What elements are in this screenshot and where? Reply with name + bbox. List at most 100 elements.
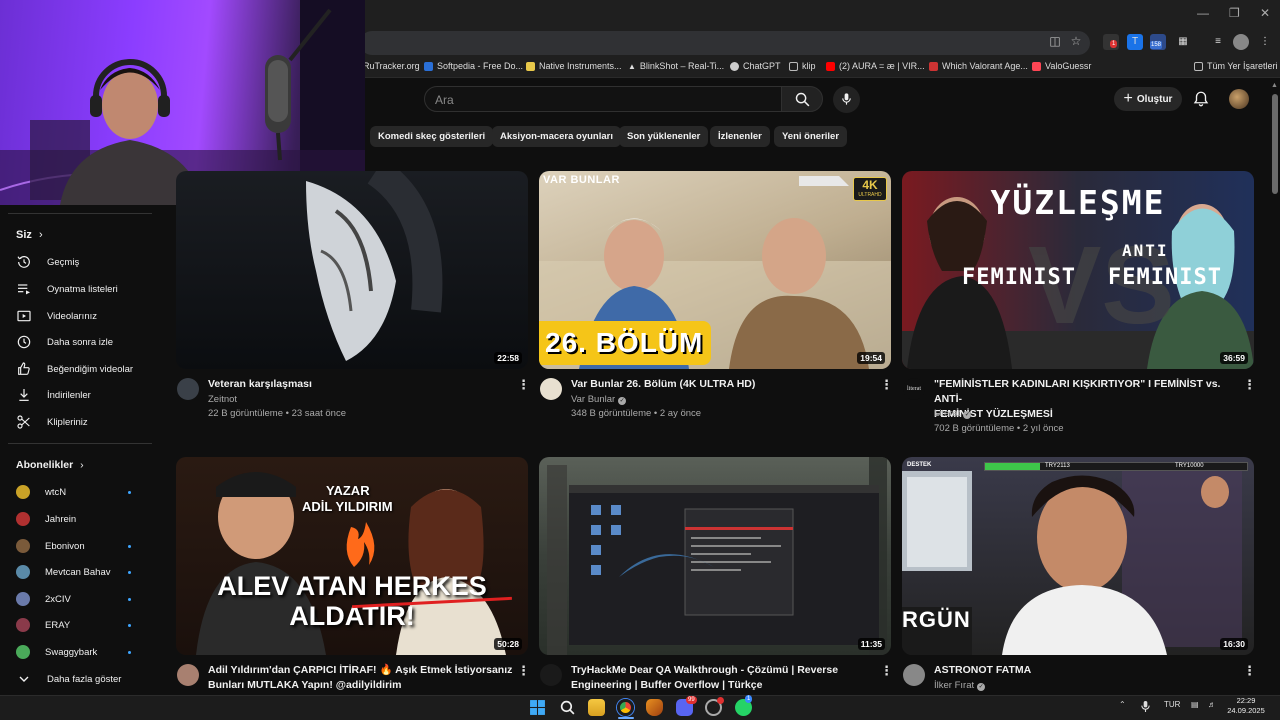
more-actions-icon[interactable]: ⋮ — [517, 664, 530, 678]
scroll-up-icon[interactable]: ▲ — [1271, 82, 1278, 89]
video-title[interactable]: Veteran karşılaşması — [208, 377, 508, 392]
sidebar-subscriptions-header[interactable]: Abonelikler › — [16, 459, 84, 471]
more-actions-icon[interactable]: ⋮ — [880, 664, 893, 678]
taskbar-clock[interactable]: 22:29 24.09.2025 — [1224, 696, 1268, 716]
page-scrollbar[interactable]: ▲ — [1270, 80, 1280, 695]
volume-icon[interactable]: ♬ — [1208, 700, 1216, 709]
bookmark-item[interactable]: Which Valorant Age... — [929, 61, 1028, 71]
video-title[interactable]: "FEMİNİSTLER KADINLARI KIŞKIRTIYOR" I FE… — [934, 377, 1239, 422]
folder-icon — [526, 61, 535, 71]
bookmark-item[interactable]: ChatGPT — [730, 61, 781, 71]
sidebar-item-clips[interactable]: Klipleriniz — [16, 412, 156, 432]
voice-search-button[interactable] — [833, 86, 860, 113]
extension-icon-2[interactable]: 158 — [1150, 34, 1166, 50]
sidebar-item-playlists[interactable]: Oynatma listeleri — [16, 279, 156, 299]
sidebar-subscription[interactable]: Jahrein — [16, 509, 156, 529]
profile-icon[interactable] — [1233, 34, 1249, 50]
video-thumbnail[interactable]: DESTEK TRY2113 TRY10000 RGÜN 16:30 — [902, 457, 1254, 655]
channel-avatar[interactable] — [540, 378, 562, 400]
windows-start-icon[interactable] — [529, 699, 546, 716]
more-actions-icon[interactable]: ⋮ — [1243, 378, 1256, 392]
channel-avatar[interactable] — [903, 664, 925, 686]
video-thumbnail[interactable]: VAR BUNLAR 4K ULTRAHD 26. BÖLÜM 19:54 — [539, 171, 891, 369]
more-actions-icon[interactable]: ⋮ — [517, 378, 530, 392]
sidebar-you-header[interactable]: Siz › — [16, 229, 43, 241]
translate-extension-icon[interactable]: T — [1127, 34, 1143, 50]
notifications-bell-icon[interactable] — [1192, 90, 1210, 108]
video-thumbnail[interactable]: YÜZLEŞME VS ANTI FEMINIST FEMINIST 36:59 — [902, 171, 1254, 369]
install-app-icon[interactable]: ◫ — [1048, 34, 1062, 48]
bookmark-item[interactable]: Native Instruments... — [526, 61, 622, 71]
thumbs-up-icon — [18, 362, 30, 375]
video-channel-name[interactable]: İlker Fırat ✓ — [934, 680, 986, 691]
sidebar-item-liked-videos[interactable]: Beğendiğim videolar — [16, 359, 156, 379]
maximize-icon[interactable]: ❐ — [1229, 6, 1240, 20]
channel-avatar[interactable] — [540, 664, 562, 686]
microphone-icon[interactable] — [1140, 700, 1151, 713]
bookmark-item[interactable]: RuTracker.org — [363, 61, 420, 71]
bookmark-item[interactable]: Softpedia - Free Do... — [424, 61, 523, 71]
video-channel-name[interactable]: Zeitnot — [208, 394, 237, 405]
channel-avatar[interactable] — [177, 664, 199, 686]
whatsapp-icon[interactable]: 1 — [735, 695, 753, 716]
sidebar-item-history[interactable]: Geçmiş — [16, 252, 156, 272]
sidebar-item-watch-later[interactable]: Daha sonra izle — [16, 332, 156, 352]
more-actions-icon[interactable]: ⋮ — [1243, 664, 1256, 678]
sidebar-subscription[interactable]: Mevtcan Bahav — [16, 562, 156, 582]
file-explorer-icon[interactable] — [588, 699, 605, 716]
language-indicator[interactable]: TUR — [1164, 700, 1180, 709]
network-icon[interactable]: ▤ — [1191, 700, 1199, 709]
channel-avatar[interactable] — [177, 378, 199, 400]
video-title[interactable]: ASTRONOT FATMA — [934, 663, 1234, 678]
extensions-puzzle-icon[interactable]: ▦ — [1175, 34, 1191, 50]
sidebar-subscription[interactable]: Swaggybark — [16, 642, 156, 662]
thumbnail-headline: ALEV ATAN HERKES — [217, 571, 487, 601]
video-thumbnail[interactable]: 11:35 — [539, 457, 891, 655]
video-channel-name[interactable]: Literat ✓ — [934, 408, 972, 419]
sidebar-subscription[interactable]: wtcN — [16, 482, 156, 502]
more-actions-icon[interactable]: ⋮ — [880, 378, 893, 392]
sidebar-subscription[interactable]: ERAY — [16, 615, 156, 635]
channel-avatar[interactable]: literat — [903, 378, 925, 400]
bookmark-star-icon[interactable]: ☆ — [1069, 34, 1083, 48]
all-bookmarks[interactable]: Tüm Yer İşaretleri — [1194, 61, 1278, 71]
sidebar-show-more[interactable]: Daha fazla göster — [16, 669, 156, 689]
sidebar-subscription[interactable]: 2xCIV — [16, 589, 156, 609]
sidebar-item-your-videos[interactable]: Videolarınız — [16, 306, 156, 326]
video-title[interactable]: TryHackMe Dear QA Walkthrough - Çözümü |… — [571, 663, 871, 691]
sidebar-item-downloads[interactable]: İndirilenler — [16, 385, 156, 405]
minimize-icon[interactable]: — — [1197, 6, 1209, 20]
close-icon[interactable]: ✕ — [1260, 6, 1270, 20]
create-button[interactable]: + Oluştur — [1114, 87, 1182, 111]
sidebar-subscription[interactable]: Ebonivon — [16, 536, 156, 556]
chip-filter[interactable]: Yeni öneriler — [774, 126, 848, 147]
discord-icon[interactable]: 99 — [676, 696, 697, 716]
bookmark-item[interactable]: (2) AURA = æ | VIR... — [826, 61, 925, 71]
search-input[interactable] — [435, 91, 765, 109]
bookmark-item[interactable]: ValoGuessr — [1032, 61, 1091, 71]
scrollbar-thumb[interactable] — [1272, 94, 1278, 194]
video-title[interactable]: Var Bunlar 26. Bölüm (4K ULTRA HD) — [571, 377, 871, 392]
bookmark-item[interactable]: klip — [789, 61, 816, 71]
chrome-icon[interactable] — [617, 699, 634, 716]
bookmark-item[interactable]: ▲ BlinkShot – Real-Ti... — [628, 61, 724, 71]
video-title[interactable]: Adil Yıldırım'dan ÇARPICI İTİRAF! 🔥 Aşık… — [208, 663, 513, 691]
chip-filter[interactable]: Son yüklenenler — [619, 126, 709, 147]
video-thumbnail[interactable]: YAZAR ADİL YILDIRIM ALEV ATAN HERKES ALD… — [176, 457, 528, 655]
video-thumbnail[interactable]: 22:58 — [176, 171, 528, 369]
search-icon[interactable] — [559, 699, 576, 716]
video-channel-name[interactable]: Var Bunlar ✓ — [571, 394, 627, 405]
brave-icon[interactable] — [646, 699, 663, 716]
chip-filter[interactable]: Komedi skeç gösterileri — [370, 126, 494, 147]
tray-expand-icon[interactable]: ⌃ — [1119, 700, 1126, 709]
chrome-menu-icon[interactable]: ⋮ — [1257, 34, 1273, 50]
omnibox[interactable] — [360, 31, 1090, 55]
chip-filter[interactable]: İzlenenler — [710, 126, 770, 147]
account-avatar[interactable] — [1229, 89, 1249, 109]
chip-filter[interactable]: Aksiyon-macera oyunları — [492, 126, 621, 147]
search-button[interactable] — [781, 86, 823, 112]
video-duration: 36:59 — [1220, 352, 1248, 364]
media-controls-icon[interactable]: ≡ — [1210, 34, 1226, 50]
steam-icon[interactable] — [705, 697, 724, 716]
extension-icon-1[interactable]: 1 — [1103, 34, 1119, 50]
